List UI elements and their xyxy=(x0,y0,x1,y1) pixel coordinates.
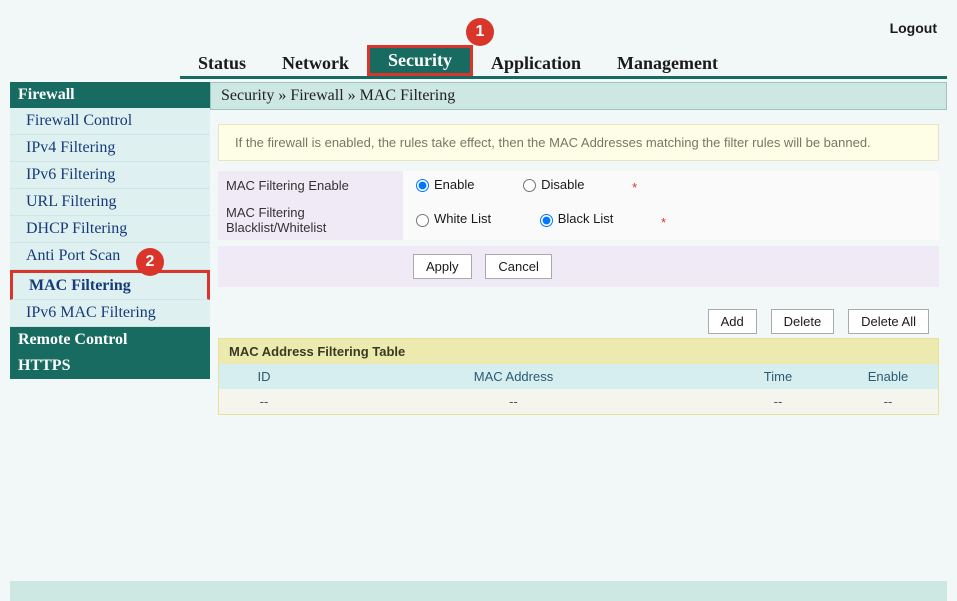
tab-network[interactable]: Network xyxy=(264,51,367,76)
sidebar-item-dhcp-filtering[interactable]: DHCP Filtering xyxy=(10,216,210,243)
col-id: ID xyxy=(219,364,309,389)
label-mac-filtering-enable: MAC Filtering Enable xyxy=(218,171,403,200)
radio-enable-label: Enable xyxy=(434,177,474,192)
sidebar-section-firewall[interactable]: Firewall xyxy=(10,82,210,108)
required-asterisk-icon: * xyxy=(661,215,666,230)
sidebar-item-ipv6-mac-filtering[interactable]: IPv6 MAC Filtering xyxy=(10,300,210,327)
cell-id: -- xyxy=(219,389,309,414)
sidebar-item-ipv4-filtering[interactable]: IPv4 Filtering xyxy=(10,135,210,162)
sidebar-item-url-filtering[interactable]: URL Filtering xyxy=(10,189,210,216)
table-row: -- -- -- -- xyxy=(219,389,938,414)
filter-table-title: MAC Address Filtering Table xyxy=(219,339,938,364)
main-content: Security » Firewall » MAC Filtering If t… xyxy=(210,82,947,419)
form-button-row: Apply Cancel xyxy=(218,246,939,287)
logout-link[interactable]: Logout xyxy=(890,20,937,36)
sidebar-item-ipv6-filtering[interactable]: IPv6 Filtering xyxy=(10,162,210,189)
col-mac: MAC Address xyxy=(309,364,718,389)
cell-enable: -- xyxy=(838,389,938,414)
footer-bar xyxy=(10,581,947,601)
delete-all-button[interactable]: Delete All xyxy=(848,309,929,334)
radio-enable[interactable] xyxy=(416,179,429,192)
sidebar-item-mac-filtering[interactable]: MAC Filtering xyxy=(10,270,210,300)
table-actions: Add Delete Delete All xyxy=(218,309,939,334)
radio-disable-wrap[interactable]: Disable xyxy=(518,176,584,192)
col-enable: Enable xyxy=(838,364,938,389)
label-blacklist-whitelist: MAC Filtering Blacklist/Whitelist xyxy=(218,200,403,240)
apply-button[interactable]: Apply xyxy=(413,254,472,279)
info-banner: If the firewall is enabled, the rules ta… xyxy=(218,124,939,161)
add-button[interactable]: Add xyxy=(708,309,757,334)
sidebar-item-firewall-control[interactable]: Firewall Control xyxy=(10,108,210,135)
tab-security[interactable]: Security xyxy=(367,45,473,76)
radio-whitelist-wrap[interactable]: White List xyxy=(411,211,491,227)
breadcrumb: Security » Firewall » MAC Filtering xyxy=(210,82,947,110)
top-nav: Status Network Security Application Mana… xyxy=(180,55,947,79)
sidebar-item-anti-port-scan[interactable]: Anti Port Scan xyxy=(10,243,210,270)
sidebar: Firewall Firewall Control IPv4 Filtering… xyxy=(10,82,210,379)
cancel-button[interactable]: Cancel xyxy=(485,254,551,279)
cell-mac: -- xyxy=(309,389,718,414)
required-asterisk-icon: * xyxy=(632,180,637,195)
radio-disable[interactable] xyxy=(523,179,536,192)
annotation-2-icon: 2 xyxy=(136,248,164,276)
radio-whitelist[interactable] xyxy=(416,214,429,227)
delete-button[interactable]: Delete xyxy=(771,309,835,334)
radio-enable-wrap[interactable]: Enable xyxy=(411,176,474,192)
radio-disable-label: Disable xyxy=(541,177,584,192)
tab-application[interactable]: Application xyxy=(473,51,599,76)
annotation-1-icon: 1 xyxy=(466,18,494,46)
cell-time: -- xyxy=(718,389,838,414)
filter-table-header: ID MAC Address Time Enable xyxy=(219,364,938,389)
tab-management[interactable]: Management xyxy=(599,51,736,76)
tab-status[interactable]: Status xyxy=(180,51,264,76)
col-time: Time xyxy=(718,364,838,389)
radio-blacklist-wrap[interactable]: Black List xyxy=(535,211,614,227)
sidebar-section-remote-control[interactable]: Remote Control xyxy=(10,327,210,353)
radio-whitelist-label: White List xyxy=(434,211,491,226)
radio-blacklist[interactable] xyxy=(540,214,553,227)
mac-filter-table: MAC Address Filtering Table ID MAC Addre… xyxy=(218,338,939,415)
sidebar-section-https[interactable]: HTTPS xyxy=(10,353,210,379)
settings-form: MAC Filtering Enable Enable Disable * MA… xyxy=(218,171,939,240)
radio-blacklist-label: Black List xyxy=(558,211,614,226)
